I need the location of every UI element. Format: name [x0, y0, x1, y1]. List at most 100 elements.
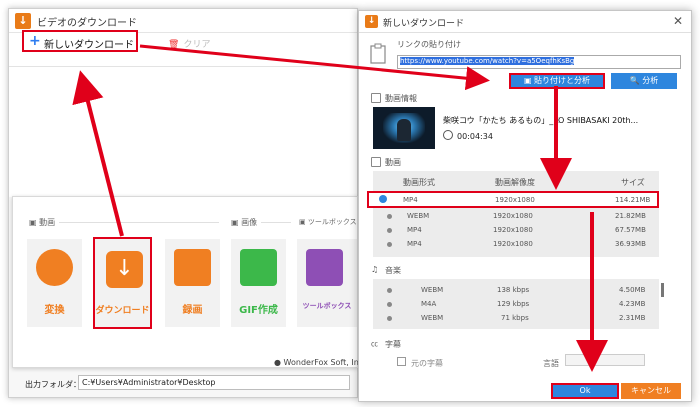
original-subtitle-checkbox[interactable] [397, 357, 406, 366]
cell-size: 4.23MB [619, 300, 646, 308]
video-row-selected[interactable]: MP4 1920x1080 114.21MB [367, 191, 659, 208]
download-list-area [9, 67, 357, 197]
image-icon [240, 249, 277, 286]
video-section-label: 動画 [385, 158, 401, 167]
radio-icon [387, 302, 392, 307]
tile-label: ダウンロード [95, 306, 150, 316]
trash-icon: 🗑 [168, 40, 180, 50]
output-folder-field[interactable]: C:¥Users¥Administrator¥Desktop [78, 375, 350, 390]
video-info-label: 動画情報 [385, 94, 417, 103]
convert-tile[interactable]: 変換 [27, 239, 82, 327]
monitor-icon [174, 249, 211, 286]
new-download-dialog: ↓ 新しいダウンロード ✕ リンクの貼り付け https://www.youtu… [358, 10, 692, 402]
cell-bitrate: 71 kbps [501, 314, 529, 322]
cell-format: WEBM [421, 314, 444, 322]
download-arrow-icon: ↓ [106, 251, 143, 288]
cell-size: 4.50MB [619, 286, 646, 294]
column-header: 動画解像度 [495, 178, 535, 187]
original-subtitle-label: 元の字幕 [411, 359, 443, 368]
radio-icon [387, 242, 392, 247]
cell-size: 21.82MB [615, 212, 646, 220]
video-row[interactable]: MP4 1920x1080 36.93MB [373, 237, 657, 251]
main-window-title: ビデオのダウンロード [37, 18, 137, 29]
clock-icon [443, 130, 453, 140]
app-logo-icon: ↓ [15, 13, 31, 29]
divider [59, 222, 219, 223]
cell-resolution: 1920x1080 [493, 226, 533, 234]
video-icon [371, 157, 381, 167]
radio-icon [387, 228, 392, 233]
dialog-title: 新しいダウンロード [383, 19, 465, 29]
radio-icon [387, 214, 392, 219]
cell-resolution: 1920x1080 [493, 240, 533, 248]
cell-format: MP4 [403, 196, 418, 204]
cell-format: WEBM [421, 286, 444, 294]
gif-maker-tile[interactable]: GIF作成 [231, 239, 286, 327]
video-info-icon [371, 93, 381, 103]
cell-resolution: 1920x1080 [493, 212, 533, 220]
cell-size: 114.21MB [615, 196, 651, 204]
url-value: https://www.youtube.com/watch?v=a5OeqfhK… [400, 57, 575, 65]
column-header: 動画形式 [403, 178, 435, 187]
subtitle-section-label: 字幕 [385, 340, 401, 349]
launcher-panel: ▣ 動画 ▣ 画像 ▣ ツールボックス 変換 ↓ ダウンロード 録画 GIF作成… [12, 196, 358, 368]
cell-format: MP4 [407, 240, 422, 248]
credit-text: ● WonderFox Soft, In [274, 358, 359, 367]
clipboard-icon [370, 43, 386, 64]
plus-icon: + [29, 33, 41, 49]
new-download-label: 新しいダウンロード [44, 40, 134, 51]
analyze-button[interactable]: 🔍 分析 [611, 73, 677, 89]
cell-bitrate: 138 kbps [497, 286, 530, 294]
cell-size: 2.31MB [619, 314, 646, 322]
clear-button[interactable]: 🗑 クリア [168, 37, 210, 50]
paste-and-analyze-button[interactable]: ▣ 貼り付けと分析 [509, 73, 605, 89]
video-thumbnail [373, 107, 435, 149]
radio-selected-icon [379, 195, 387, 203]
app-logo-icon: ↓ [365, 15, 378, 28]
section-video-label: ▣ 動画 [29, 218, 56, 227]
music-note-icon: ♫ [371, 265, 379, 274]
cell-bitrate: 129 kbps [497, 300, 530, 308]
url-input[interactable]: https://www.youtube.com/watch?v=a5OeqfhK… [397, 55, 681, 69]
divider [261, 222, 291, 223]
video-duration: 00:04:34 [457, 132, 493, 141]
cell-format: M4A [421, 300, 437, 308]
tile-label: GIF作成 [239, 305, 278, 316]
close-icon[interactable]: ✕ [673, 14, 683, 28]
clear-label: クリア [183, 40, 211, 50]
cell-resolution: 1920x1080 [495, 196, 535, 204]
film-reel-icon [36, 249, 73, 286]
radio-icon [387, 288, 392, 293]
cell-size: 36.93MB [615, 240, 646, 248]
video-row[interactable]: WEBM 1920x1080 21.82MB [373, 209, 657, 223]
video-title: 柴咲コウ「かたち あるもの」_KO SHIBASAKI 20th... [443, 116, 639, 125]
record-tile[interactable]: 録画 [165, 239, 220, 327]
cc-icon: ㏄ [371, 340, 378, 348]
toolbox-icon [306, 249, 343, 286]
cell-format: WEBM [407, 212, 430, 220]
section-image-label: ▣ 画像 [231, 218, 258, 227]
toolbox-tile[interactable]: ツールボックス [297, 239, 357, 327]
tile-label: ツールボックス [302, 302, 352, 310]
tile-label: 変換 [44, 305, 65, 316]
audio-row[interactable]: WEBM 138 kbps 4.50MB [373, 283, 657, 297]
video-row[interactable]: MP4 1920x1080 67.57MB [373, 223, 657, 237]
audio-scrollbar[interactable] [661, 283, 664, 297]
language-label: 言語 [543, 359, 559, 368]
language-select[interactable] [565, 354, 645, 366]
audio-section-label: 音楽 [385, 266, 401, 275]
url-label: リンクの貼り付け [397, 40, 461, 49]
column-header: サイズ [621, 178, 645, 187]
download-tile[interactable]: ↓ ダウンロード [93, 237, 152, 329]
ok-button[interactable]: Ok [551, 383, 619, 399]
audio-row[interactable]: M4A 129 kbps 4.23MB [373, 297, 657, 311]
cancel-button[interactable]: キャンセル [621, 383, 681, 399]
cell-size: 67.57MB [615, 226, 646, 234]
section-toolbox-label: ▣ ツールボックス [299, 218, 357, 226]
cell-format: MP4 [407, 226, 422, 234]
new-download-button[interactable]: + 新しいダウンロード [22, 30, 138, 52]
output-folder-label: 出力フォルダ： [25, 380, 81, 389]
radio-icon [387, 316, 392, 321]
tile-label: 録画 [182, 305, 203, 316]
audio-row[interactable]: WEBM 71 kbps 2.31MB [373, 311, 657, 325]
